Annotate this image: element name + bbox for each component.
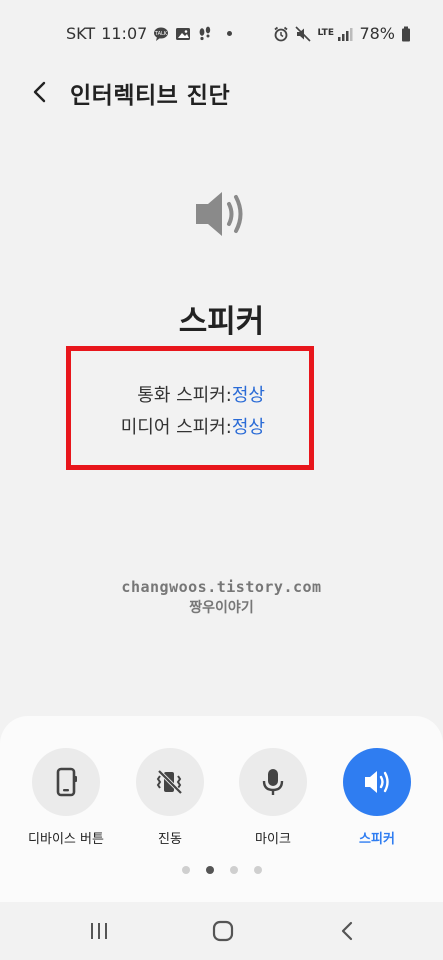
device-button-icon xyxy=(56,767,77,797)
speaker-volume-icon xyxy=(192,188,252,240)
tool-label: 마이크 xyxy=(255,832,291,847)
tool-device-button[interactable]: 디바이스 버튼 xyxy=(14,748,118,847)
tool-label: 스피커 xyxy=(359,832,395,847)
media-speaker-result: 미디어 스피커:정상 xyxy=(121,413,265,439)
result-status: 정상 xyxy=(231,417,265,438)
page-indicator xyxy=(0,866,443,874)
back-button[interactable] xyxy=(24,76,56,108)
notification-dot xyxy=(227,31,233,36)
mute-icon xyxy=(295,25,312,42)
signal-icon xyxy=(337,26,353,42)
image-icon xyxy=(175,26,191,42)
speaker-icon xyxy=(365,771,389,793)
alarm-icon xyxy=(273,26,289,42)
talk-bubble-icon: TALK xyxy=(153,26,169,42)
watermark-url: changwoos.tistory.com xyxy=(121,578,322,596)
battery-icon xyxy=(401,26,411,42)
chevron-left-icon xyxy=(33,81,46,103)
page-dot[interactable] xyxy=(181,866,190,874)
results-highlight-box: 통화 스피커:정상 미디어 스피커:정상 xyxy=(66,346,314,470)
page-dot[interactable] xyxy=(253,866,262,874)
tool-microphone[interactable]: 마이크 xyxy=(221,748,325,847)
status-bar: SKT 11:07 TALK LTE 78% xyxy=(0,0,443,64)
battery-percent: 78% xyxy=(359,24,395,43)
section-title: 스피커 xyxy=(178,304,265,340)
tool-circle[interactable] xyxy=(136,748,204,816)
home-icon xyxy=(212,920,234,942)
tool-circle[interactable] xyxy=(32,748,100,816)
microphone-icon xyxy=(262,769,284,795)
call-speaker-result: 통화 스피커:정상 xyxy=(137,381,265,407)
status-right: LTE 78% xyxy=(273,24,411,43)
clock: 11:07 xyxy=(101,24,148,43)
lte-indicator: LTE xyxy=(317,28,334,38)
nav-back-button[interactable] xyxy=(334,918,360,944)
page-title: 인터렉티브 진단 xyxy=(70,83,231,109)
page-dot[interactable] xyxy=(229,866,238,874)
vibration-off-icon xyxy=(156,769,183,795)
svg-text:TALK: TALK xyxy=(154,31,168,37)
result-label: 미디어 스피커: xyxy=(120,417,232,438)
tool-vibration[interactable]: 진동 xyxy=(118,748,222,847)
carrier: SKT xyxy=(66,24,96,43)
tool-circle[interactable] xyxy=(343,748,411,816)
recents-icon xyxy=(91,923,107,939)
page-dot-current[interactable] xyxy=(205,866,214,874)
watermark-name: 짱우이야기 xyxy=(189,600,254,616)
tool-label: 디바이스 버튼 xyxy=(28,832,104,847)
tool-speaker[interactable]: 스피커 xyxy=(325,748,429,847)
result-status: 정상 xyxy=(231,385,265,406)
recents-button[interactable] xyxy=(86,918,112,944)
status-left: SKT 11:07 TALK xyxy=(66,24,233,43)
system-nav-bar xyxy=(0,902,443,960)
app-bar: 인터렉티브 진단 xyxy=(0,70,443,114)
lte-label: LTE xyxy=(317,28,334,38)
tool-label: 진동 xyxy=(158,832,182,847)
home-button[interactable] xyxy=(210,918,236,944)
tool-circle[interactable] xyxy=(239,748,307,816)
test-tools-panel: 디바이스 버튼 진동 마이크 스피커 xyxy=(0,716,443,902)
footsteps-icon xyxy=(197,26,213,42)
result-label: 통화 스피커: xyxy=(137,385,232,406)
back-icon xyxy=(341,921,353,941)
watermark: changwoos.tistory.com 짱우이야기 xyxy=(0,578,443,617)
